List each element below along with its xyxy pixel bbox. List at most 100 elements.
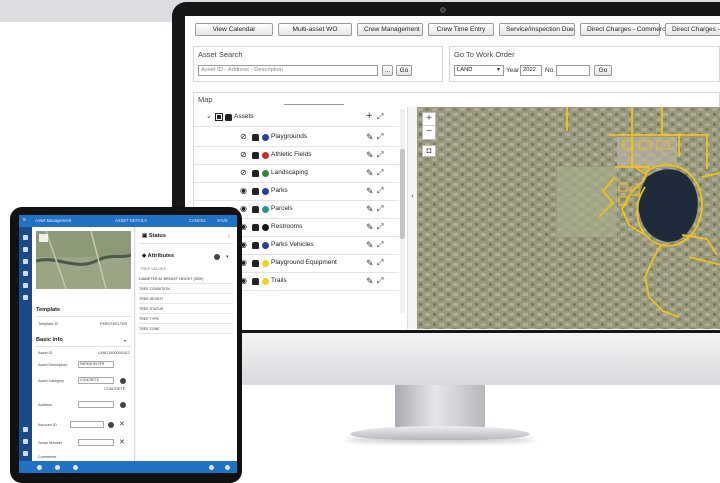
expand-icon[interactable]: ⤢ [377,258,383,268]
home-icon[interactable] [23,235,28,240]
crew-management-button[interactable]: Crew Management [357,23,423,36]
expand-icon[interactable]: ⤢ [377,276,383,286]
lock-icon[interactable] [252,188,259,195]
camera-capture-icon[interactable]: ◘ [422,145,436,157]
status-section-title[interactable]: ▣ Status [142,233,166,239]
layer-row[interactable]: ⊘ Athletic Fields ✎ ⤢ [194,147,399,165]
serial-number-field[interactable] [78,439,114,446]
direct-charges-commercial-button[interactable]: Direct Charges - Commercial [580,23,672,36]
locate-icon[interactable] [120,402,126,408]
expand-icon[interactable]: ⤢ [377,112,383,122]
lock-icon[interactable] [252,152,259,159]
eye-off-icon[interactable]: ⊘ [240,133,248,141]
attribute-row[interactable]: DIAMETER AT BREAST HEIGHT (DBH) [139,275,233,284]
eye-icon[interactable]: ◉ [240,187,248,195]
edit-icon[interactable]: ✎ [366,132,374,142]
year-input[interactable]: 2022 [520,65,542,76]
wo-type-select[interactable]: LAND ▼ [454,65,504,76]
attach-icon[interactable] [37,465,42,470]
zoom-out-icon[interactable]: − [423,126,435,139]
wo-go-button[interactable]: Go [594,65,612,76]
account-id-field[interactable] [70,421,104,428]
attribute-row[interactable]: TREE STATUS [139,305,233,314]
edit-icon[interactable]: ✎ [366,276,374,286]
eye-off-icon[interactable]: ⊘ [240,169,248,177]
menu-icon[interactable]: ≡ [23,217,26,223]
multi-asset-wo-button[interactable]: Multi-asset WO [278,23,352,36]
eye-off-icon[interactable]: ⊘ [240,151,248,159]
chevron-down-icon[interactable]: ▾ [124,338,126,343]
add-icon[interactable]: + [366,110,372,122]
lock-icon[interactable] [252,242,259,249]
edit-icon[interactable]: ✎ [366,186,374,196]
expand-icon[interactable]: ⤢ [377,240,383,250]
map-icon[interactable] [73,465,78,470]
info-icon[interactable] [214,254,220,260]
chevron-down-icon[interactable]: ▾ [226,254,229,260]
address-field[interactable] [78,401,114,408]
collapse-panel-button[interactable]: ‹ [407,107,417,329]
wo-number-input[interactable] [556,65,590,76]
direct-charges-labor-button[interactable]: Direct Charges - Labor [665,23,720,36]
edit-icon[interactable]: ✎ [366,240,374,250]
expand-icon[interactable]: ⤢ [377,150,383,160]
assets-icon[interactable] [23,247,28,252]
asset-category-field[interactable]: CONCRETE [78,377,114,384]
asset-search-input[interactable]: Asset ID - Address - Description [198,65,378,76]
expand-icon[interactable]: ⤢ [377,204,383,214]
calendar-icon[interactable] [23,259,28,264]
lock-icon[interactable] [252,224,259,231]
expand-icon[interactable]: ⤢ [377,222,383,232]
attributes-section-title[interactable]: ◆ Attributes [142,253,174,259]
asset-browse-button[interactable]: ... [382,65,393,76]
checkbox-icon[interactable] [215,113,223,121]
edit-icon[interactable]: ✎ [366,258,374,268]
service-inspection-due-button[interactable]: Service/Inspection Due [499,23,575,36]
inventory-icon[interactable] [23,295,28,300]
lock-icon[interactable] [252,278,259,285]
chevron-right-icon[interactable]: › [228,234,230,240]
attribute-row[interactable]: TREE ZONE [139,325,233,334]
settings-icon[interactable] [23,451,28,456]
lock-icon[interactable] [252,260,259,267]
asset-map-thumbnail[interactable] [36,231,131,289]
view-calendar-button[interactable]: View Calendar [195,23,273,36]
edit-icon[interactable]: ✎ [366,150,374,160]
asset-description-field[interactable]: PARKSHELTER [78,361,114,368]
layer-row[interactable]: ⊘ Playgrounds ✎ ⤢ [194,129,399,147]
chevron-down-icon[interactable]: ⌄ [206,112,212,120]
zoom-in-icon[interactable]: + [423,113,435,126]
sync-icon[interactable] [225,465,230,470]
workorder-icon[interactable] [23,271,28,276]
map-view[interactable]: + − ◘ [417,107,720,329]
info-icon[interactable] [209,465,214,470]
download-icon[interactable] [23,427,28,432]
edit-icon[interactable]: ✎ [366,204,374,214]
attribute-row[interactable]: TREE HEIGHT [139,295,233,304]
edit-icon[interactable]: ✎ [366,168,374,178]
layer-row[interactable]: ⊘ Landscaping ✎ ⤢ [194,165,399,183]
reports-icon[interactable] [23,283,28,288]
lookup-icon[interactable] [120,378,126,384]
layer-row[interactable]: ◉ Parks ✎ ⤢ [194,183,399,201]
attribute-row[interactable]: TREE CONDITION [139,285,233,294]
lock-icon[interactable] [252,206,259,213]
expand-icon[interactable]: ⤢ [377,168,383,178]
tablet-save-button[interactable]: SAVE [217,218,228,223]
expand-icon[interactable]: ⤢ [377,132,383,142]
edit-icon[interactable]: ✎ [366,222,374,232]
crew-time-entry-button[interactable]: Crew Time Entry [428,23,494,36]
lock-icon[interactable] [252,170,259,177]
history-icon[interactable] [55,465,60,470]
user-icon[interactable] [23,439,28,444]
eye-icon[interactable]: ◉ [240,205,248,213]
asset-search-go-button[interactable]: Go [396,65,412,76]
scrollbar-thumb[interactable] [400,149,405,239]
lookup-icon[interactable] [108,422,114,428]
layer-scrollbar[interactable] [400,109,405,313]
lock-icon[interactable] [252,134,259,141]
tablet-cancel-button[interactable]: CANCEL [189,218,206,223]
clear-icon[interactable]: ✕ [119,439,125,446]
clear-icon[interactable]: ✕ [119,421,125,428]
lock-icon[interactable] [225,114,232,121]
